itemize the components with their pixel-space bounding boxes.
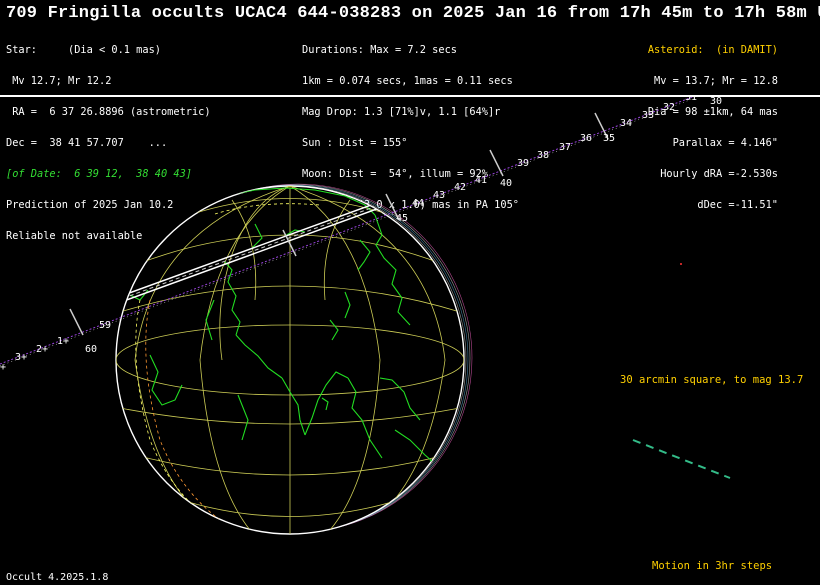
track-minute-label: 39 <box>517 158 529 169</box>
star-line: Star: (Dia < 0.1 mas) <box>6 43 161 56</box>
event-line: 1km = 0.074 secs, 1mas = 0.11 secs <box>302 74 513 87</box>
globe <box>115 183 473 535</box>
track-minute-label: 35 <box>603 133 615 144</box>
track-minute-label: 33 <box>642 110 654 121</box>
motion-caption: Motion in 3hr steps <box>652 560 773 572</box>
star-chart <box>632 263 731 479</box>
track-minute-label: 59 <box>99 320 111 331</box>
target-star-marker <box>680 263 682 265</box>
track-minute-label: 41 <box>475 175 487 186</box>
track-minute-label: 40 <box>500 178 512 189</box>
track-minute-label: 42 <box>454 182 466 193</box>
track-hour-label: 3+ <box>15 352 27 363</box>
track-minute-label: 32 <box>663 102 675 113</box>
track-hour-label: 2+ <box>36 344 48 355</box>
track-tick <box>69 308 84 336</box>
track-minute-label: 36 <box>580 133 592 144</box>
track-minute-label: 37 <box>559 142 571 153</box>
asteroid-heading: Asteroid: (in DAMIT) <box>647 43 778 56</box>
track-minute-label: 45 <box>396 213 408 224</box>
track-minute-label: 43 <box>433 190 445 201</box>
version-footer: Occult 4.2025.1.8 <box>6 572 109 583</box>
occultation-map: 30 31 32 33 34 35 36 37 38 39 40 41 42 43 44 45 59 60 1+ 2+… <box>0 97 731 535</box>
starchart-caption: 30 arcmin square, to mag 13.7 <box>620 374 804 386</box>
page-title: 709 Fringilla occults UCAC4 644-038283 o… <box>6 4 820 23</box>
track-minute-label: 38 <box>537 150 549 161</box>
track-minute-label: 30 <box>710 97 722 107</box>
track-minute-label: 34 <box>620 118 632 129</box>
track-minute-label: 60 <box>85 344 97 355</box>
star-line: Mv 12.7; Mr 12.2 <box>6 74 112 87</box>
event-line: Durations: Max = 7.2 secs <box>302 43 457 56</box>
track-minute-label: 44 <box>412 198 424 209</box>
asteroid-line: Mv = 13.7; Mr = 12.8 <box>654 74 778 87</box>
track-minute-label: 31 <box>685 97 697 103</box>
track-hour-label: + <box>0 362 6 373</box>
asteroid-motion-line <box>632 439 731 479</box>
track-hour-label: 1+ <box>57 336 69 347</box>
